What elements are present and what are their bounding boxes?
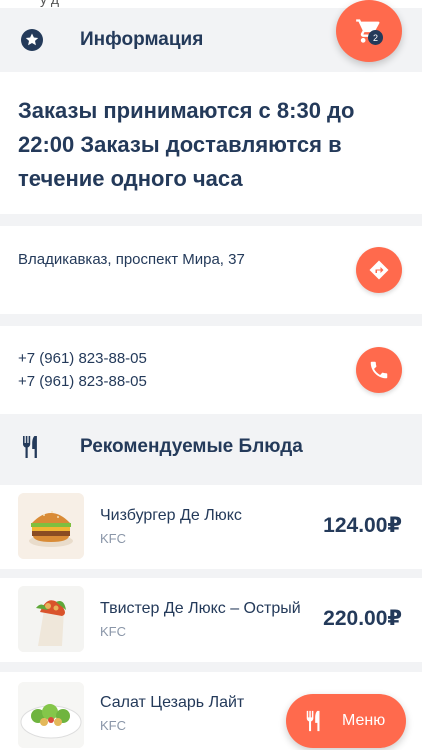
- dish-image-salad: [18, 682, 84, 748]
- dish-image-twister: [18, 586, 84, 652]
- dish-price: 124.00₽: [323, 514, 402, 537]
- menu-button-label: Меню: [342, 712, 386, 729]
- address-text: Владикавказ, проспект Мира, 37: [18, 251, 245, 268]
- dish-brand: KFC: [100, 624, 126, 639]
- menu-button[interactable]: Меню: [286, 694, 406, 748]
- recommended-section-title: Рекомендуемые Блюда: [80, 436, 303, 457]
- recommended-section-header: Рекомендуемые Блюда: [0, 416, 422, 478]
- directions-icon: [369, 260, 389, 280]
- dish-image-burger: [18, 493, 84, 559]
- star-icon: [18, 26, 46, 54]
- dish-name: Салат Цезарь Лайт: [100, 694, 245, 711]
- dish-name: Твистер Де Люкс – Острый: [100, 600, 301, 617]
- dish-brand: KFC: [100, 531, 126, 546]
- info-section-title: Информация: [80, 29, 204, 50]
- phone-number-2[interactable]: +7 (961) 823-88-05: [18, 370, 147, 393]
- dish-item[interactable]: Чизбургер Де Люкс KFC 124.00₽: [0, 485, 422, 569]
- cutlery-icon: [306, 710, 320, 732]
- dish-name: Чизбургер Де Люкс: [100, 507, 242, 524]
- cutlery-icon: [18, 433, 46, 461]
- call-button[interactable]: [356, 347, 402, 393]
- phone-number-1[interactable]: +7 (961) 823-88-05: [18, 347, 147, 370]
- directions-button[interactable]: [356, 247, 402, 293]
- dish-brand: KFC: [100, 718, 126, 733]
- cart-button[interactable]: 2: [336, 0, 402, 62]
- cart-count-badge: 2: [368, 30, 383, 45]
- working-hours-text: Заказы принимаются с 8:30 до 22:00 Заказ…: [18, 98, 355, 191]
- dish-price: 220.00₽: [323, 607, 402, 630]
- phone-icon: [370, 361, 388, 379]
- dish-item[interactable]: Твистер Де Люкс – Острый KFC 220.00₽: [0, 578, 422, 662]
- working-hours-card: Заказы принимаются с 8:30 до 22:00 Заказ…: [0, 72, 422, 214]
- partial-text: у д: [40, 0, 59, 7]
- phone-card: +7 (961) 823-88-05 +7 (961) 823-88-05: [0, 326, 422, 414]
- address-card: Владикавказ, проспект Мира, 37: [0, 226, 422, 314]
